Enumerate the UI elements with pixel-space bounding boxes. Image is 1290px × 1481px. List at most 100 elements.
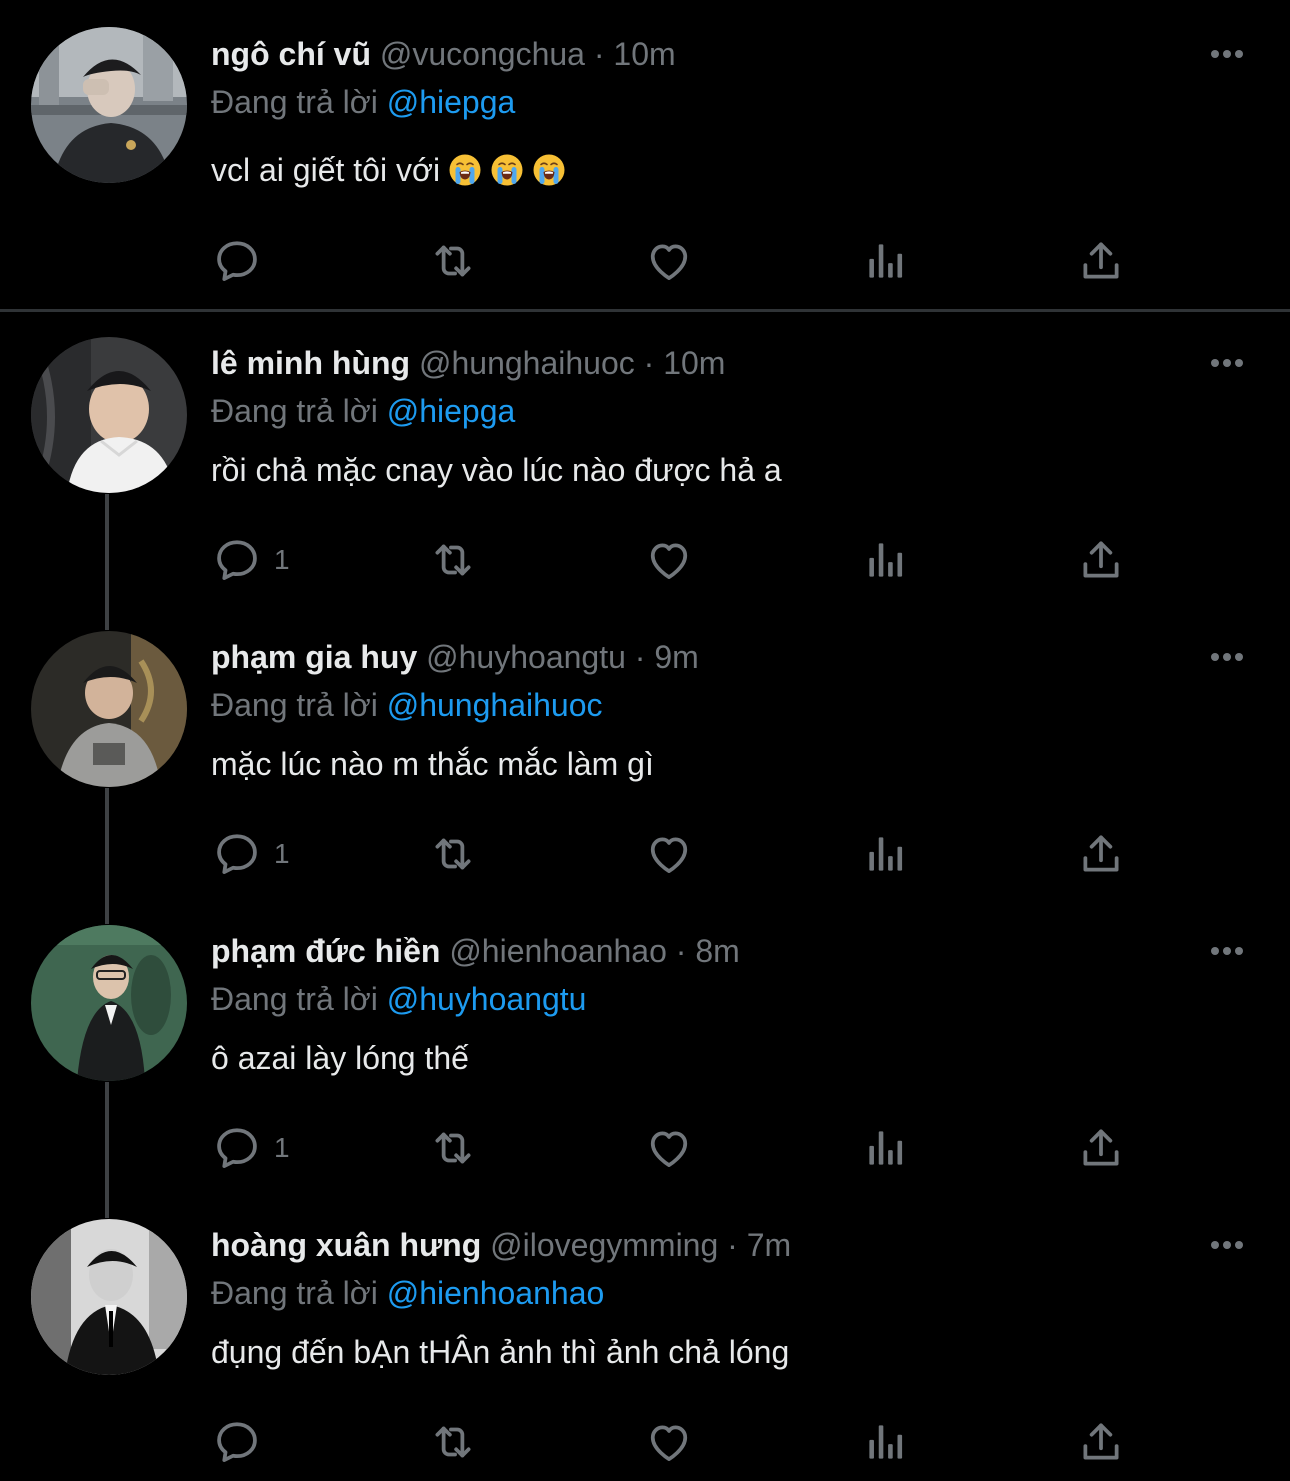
tweet-text: đụng đến bẠn tHÂn ảnh thì ảnh chả lóng (211, 1334, 790, 1370)
more-dots-icon[interactable] (1205, 1223, 1249, 1267)
tweet-text-content: vcl ai giết tôi với (211, 152, 441, 188)
views-button[interactable] (860, 824, 910, 884)
views-button[interactable] (860, 1118, 910, 1178)
more-dots-icon[interactable] (1205, 32, 1249, 76)
dot-separator: · (634, 639, 646, 675)
display-name[interactable]: ngô chí vũ (211, 36, 371, 72)
share-upload-icon (1076, 1123, 1126, 1173)
user-handle[interactable]: @ilovegymming (490, 1227, 718, 1263)
views-bar-chart-icon (860, 829, 910, 879)
reply-count: 1 (274, 1132, 290, 1163)
share-upload-icon (1076, 829, 1126, 879)
retweet-button[interactable] (428, 530, 478, 590)
display-name[interactable]: phạm gia huy (211, 639, 417, 675)
display-name[interactable]: lê minh hùng (211, 345, 410, 381)
retweet-icon (428, 236, 478, 286)
retweet-button[interactable] (428, 231, 478, 291)
replying-to-label: Đang trả lời (211, 393, 378, 429)
tweet[interactable]: lê minh hùng @hunghaihuoc · 10m Đang trả… (0, 312, 1290, 606)
mention-link[interactable]: @huyhoangtu (387, 981, 587, 1017)
reply-button[interactable]: 1 (212, 1118, 290, 1178)
replying-to-label: Đang trả lời (211, 1275, 378, 1311)
share-button[interactable] (1076, 231, 1126, 291)
timestamp[interactable]: 10m (613, 36, 675, 72)
avatar[interactable] (31, 631, 187, 787)
views-button[interactable] (860, 1412, 910, 1472)
timestamp[interactable]: 7m (747, 1227, 791, 1263)
heart-icon (644, 829, 694, 879)
views-button[interactable] (860, 530, 910, 590)
action-bar (0, 1412, 1290, 1472)
like-button[interactable] (644, 1412, 694, 1472)
retweet-button[interactable] (428, 1412, 478, 1472)
retweet-icon (428, 1123, 478, 1173)
action-bar (0, 231, 1290, 291)
reply-count: 1 (274, 838, 290, 869)
tweet[interactable]: phạm đức hiền @hienhoanhao · 8m Đang trả… (0, 900, 1290, 1194)
like-button[interactable] (644, 824, 694, 884)
mention-link[interactable]: @hunghaihuoc (387, 687, 603, 723)
share-upload-icon (1076, 1417, 1126, 1467)
tweet-text: ô azai lày lóng thế (211, 1040, 469, 1076)
heart-icon (644, 1123, 694, 1173)
like-button[interactable] (644, 231, 694, 291)
views-bar-chart-icon (860, 1417, 910, 1467)
more-dots-icon[interactable] (1205, 635, 1249, 679)
user-handle[interactable]: @huyhoangtu (426, 639, 626, 675)
dot-separator: · (643, 345, 655, 381)
tweet[interactable]: phạm gia huy @huyhoangtu · 9m Đang trả l… (0, 606, 1290, 900)
reply-bubble-icon (212, 535, 262, 585)
replying-to: Đang trả lời @hiepga (211, 82, 515, 122)
views-bar-chart-icon (860, 1123, 910, 1173)
tweet[interactable]: hoàng xuân hưng @ilovegymming · 7m Đang … (0, 1194, 1290, 1481)
loudly-crying-face-icon (532, 153, 566, 187)
like-button[interactable] (644, 530, 694, 590)
avatar[interactable] (31, 925, 187, 1081)
timestamp[interactable]: 9m (654, 639, 698, 675)
avatar[interactable] (31, 27, 187, 183)
avatar[interactable] (31, 1219, 187, 1375)
heart-icon (644, 535, 694, 585)
replying-to-label: Đang trả lời (211, 84, 378, 120)
dot-separator: · (593, 36, 605, 72)
replying-to-label: Đang trả lời (211, 687, 378, 723)
mention-link[interactable]: @hiepga (387, 393, 516, 429)
more-dots-icon[interactable] (1205, 341, 1249, 385)
share-button[interactable] (1076, 530, 1126, 590)
action-bar: 1 (0, 1118, 1290, 1178)
replying-to: Đang trả lời @hienhoanhao (211, 1273, 604, 1313)
avatar[interactable] (31, 337, 187, 493)
retweet-button[interactable] (428, 824, 478, 884)
loudly-crying-face-icon (448, 153, 482, 187)
reply-button[interactable] (212, 1412, 274, 1472)
tweet-text: vcl ai giết tôi với (211, 150, 566, 190)
display-name[interactable]: hoàng xuân hưng (211, 1227, 481, 1263)
retweet-button[interactable] (428, 1118, 478, 1178)
user-handle[interactable]: @vucongchua (380, 36, 585, 72)
reply-bubble-icon (212, 1417, 262, 1467)
user-handle[interactable]: @hienhoanhao (449, 933, 667, 969)
views-button[interactable] (860, 231, 910, 291)
reply-button[interactable] (212, 231, 274, 291)
share-button[interactable] (1076, 824, 1126, 884)
reply-button[interactable]: 1 (212, 824, 290, 884)
timestamp[interactable]: 10m (663, 345, 725, 381)
share-button[interactable] (1076, 1412, 1126, 1472)
mention-link[interactable]: @hiepga (387, 84, 516, 120)
user-handle[interactable]: @hunghaihuoc (419, 345, 635, 381)
tweet[interactable]: ngô chí vũ @vucongchua · 10m Đang trả lờ… (0, 0, 1290, 310)
tweet-text: rồi chả mặc cnay vào lúc nào được hả a (211, 452, 782, 488)
timestamp[interactable]: 8m (695, 933, 739, 969)
views-bar-chart-icon (860, 236, 910, 286)
share-upload-icon (1076, 236, 1126, 286)
reply-button[interactable]: 1 (212, 530, 290, 590)
display-name[interactable]: phạm đức hiền (211, 933, 440, 969)
replying-to: Đang trả lời @hunghaihuoc (211, 685, 602, 725)
retweet-icon (428, 829, 478, 879)
views-bar-chart-icon (860, 535, 910, 585)
mention-link[interactable]: @hienhoanhao (387, 1275, 605, 1311)
more-dots-icon[interactable] (1205, 929, 1249, 973)
share-button[interactable] (1076, 1118, 1126, 1178)
retweet-icon (428, 535, 478, 585)
like-button[interactable] (644, 1118, 694, 1178)
